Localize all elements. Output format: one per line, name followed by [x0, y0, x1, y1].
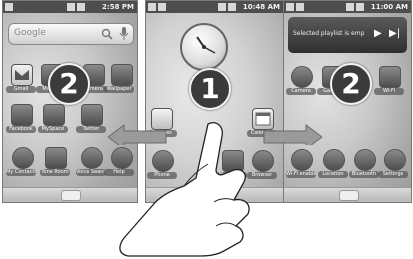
app-label: Camera: [286, 88, 316, 95]
app-label: Gmail: [6, 86, 36, 93]
facebook-app-icon[interactable]: [11, 104, 33, 126]
battery-icon: [77, 3, 85, 11]
status-bar: 2:58 PM: [3, 1, 137, 13]
app-label: Wi-Fi: [374, 88, 404, 95]
myspace-app-icon[interactable]: [43, 104, 65, 126]
panel-number-badge: 2: [330, 63, 372, 105]
analog-clock-widget[interactable]: [180, 23, 228, 71]
wifi-enabler-toggle-icon[interactable]: [291, 149, 313, 171]
notification-icon: [286, 3, 294, 11]
app-label: My Contacts: [6, 169, 36, 176]
bluetooth-toggle-icon[interactable]: [354, 149, 376, 171]
next-track-icon[interactable]: ▶|: [389, 28, 400, 39]
signal-icon: [67, 3, 75, 11]
app-label: Twitter: [76, 126, 106, 133]
music-player-widget[interactable]: Selected playlist is emp ▶ ▶|: [288, 17, 407, 53]
search-icon[interactable]: [101, 28, 113, 40]
my-contacts-app-icon[interactable]: [12, 147, 34, 169]
status-time: 2:58 PM: [102, 3, 134, 11]
settings-toggle-icon[interactable]: [384, 149, 406, 171]
microphone-icon[interactable]: [119, 27, 129, 40]
location-toggle-icon[interactable]: [323, 149, 345, 171]
warning-icon: [158, 3, 166, 11]
battery-icon: [356, 3, 364, 11]
swipe-right-arrow-icon: [263, 124, 322, 145]
app-drawer-handle[interactable]: [61, 190, 81, 201]
twitter-app-icon[interactable]: [81, 104, 103, 126]
app-label: Location: [318, 171, 348, 178]
wallpaper-app-icon[interactable]: [111, 64, 133, 86]
signal-icon: [218, 3, 226, 11]
app-label: Settings: [378, 171, 408, 178]
app-label: MySpace: [38, 126, 68, 133]
app-drawer-handle[interactable]: [338, 190, 359, 201]
wifi-app-icon[interactable]: [379, 66, 401, 88]
status-bar: 11:00 AM: [284, 1, 411, 13]
panel-number-badge: 1: [189, 68, 231, 110]
right-home-panel: 11:00 AM Selected playlist is emp ▶ ▶| C…: [283, 0, 412, 203]
search-placeholder: Google: [14, 28, 46, 38]
panel-number-badge: 2: [48, 63, 90, 105]
tone-room-app-icon[interactable]: [45, 147, 67, 169]
status-time: 10:48 AM: [242, 3, 280, 11]
app-label: Facebook: [6, 126, 36, 133]
voice-search-app-icon[interactable]: [81, 147, 103, 169]
swiping-hand-illustration: [119, 122, 250, 257]
google-search-bar[interactable]: Google: [8, 23, 134, 45]
status-time: 11:00 AM: [370, 3, 408, 11]
signal-icon: [346, 3, 354, 11]
app-label: Bluetooth: [349, 171, 379, 178]
play-icon[interactable]: ▶: [374, 28, 382, 39]
notification-icon: [148, 3, 156, 11]
warning-icon: [296, 3, 304, 11]
app-label: Tone Room: [40, 169, 70, 176]
app-drawer-dock: [284, 187, 411, 202]
status-bar: 10:48 AM: [146, 1, 283, 13]
camera-app-icon[interactable]: [291, 66, 313, 88]
battery-icon: [228, 3, 236, 11]
app-label: Wallpaper: [104, 86, 134, 93]
playlist-status-text: Selected playlist is emp: [293, 30, 365, 37]
notification-icon: [5, 3, 13, 11]
app-label: Wi-Fi enabler: [286, 171, 316, 178]
app-label: Voice Search: [76, 169, 106, 176]
gmail-app-icon[interactable]: [11, 64, 33, 86]
